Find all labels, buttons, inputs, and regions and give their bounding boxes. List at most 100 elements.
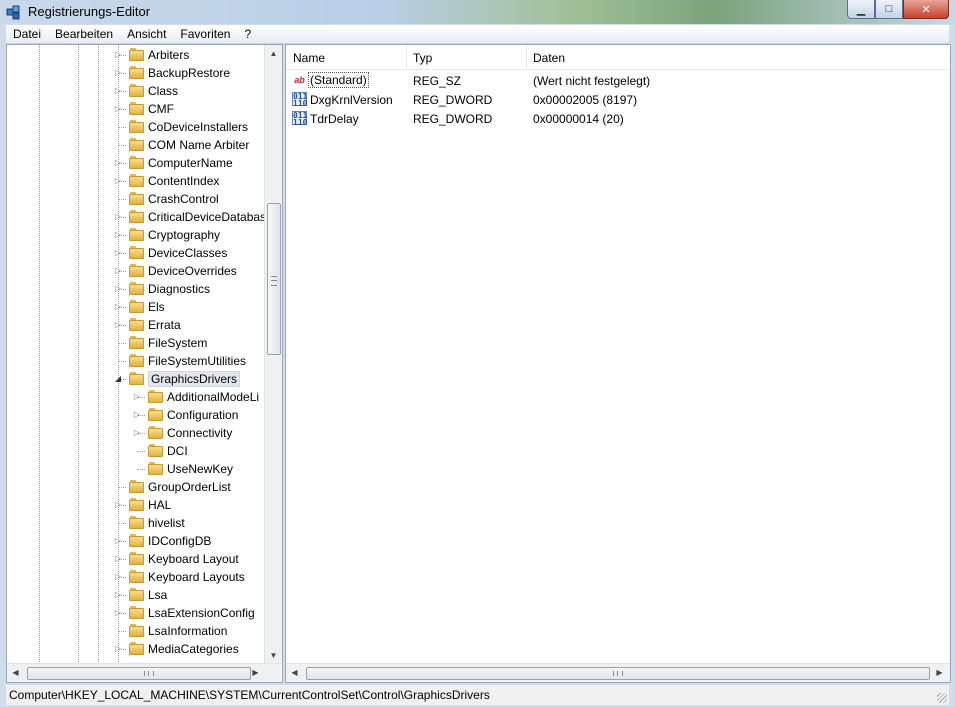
tree-item-label[interactable]: hivelist [148, 516, 185, 530]
menu-datei[interactable]: Datei [6, 27, 48, 41]
close-button[interactable]: ✕ [903, 0, 949, 19]
expand-arrow-icon[interactable]: ▷ [114, 212, 122, 221]
tree-item[interactable]: COM Name Arbiter [7, 136, 264, 154]
scroll-right-arrow[interactable]: ▶ [931, 664, 948, 682]
expand-arrow-icon[interactable]: ▷ [114, 284, 122, 293]
tree-item-label[interactable]: CrashControl [148, 192, 219, 206]
column-data[interactable]: Daten [533, 51, 565, 65]
tree-item[interactable]: hivelist [7, 514, 264, 532]
tree-item-label[interactable]: Els [148, 300, 165, 314]
tree-item[interactable]: ▷ IDConfigDB [7, 532, 264, 550]
tree-item[interactable]: CoDeviceInstallers [7, 118, 264, 136]
tree-item-label[interactable]: FileSystemUtilities [148, 354, 246, 368]
tree-item-label[interactable]: Errata [148, 318, 181, 332]
menu-ansicht[interactable]: Ansicht [120, 27, 173, 41]
key-tree-pane[interactable]: ▷ Arbiters ▷ BackupRestore ▷ Class ▷ CMF CoDevic… [6, 44, 283, 683]
values-hscroll-thumb[interactable] [306, 667, 930, 680]
column-name[interactable]: Name [293, 51, 325, 65]
tree-item-label[interactable]: Configuration [167, 408, 238, 422]
tree-item-label[interactable]: GraphicsDrivers [148, 371, 241, 387]
scroll-down-arrow[interactable]: ▼ [265, 647, 282, 664]
tree-item[interactable]: ▷ CriticalDeviceDatabas [7, 208, 266, 226]
expand-arrow-icon[interactable]: ▷ [114, 266, 122, 275]
tree-item-label[interactable]: ComputerName [148, 156, 233, 170]
expand-arrow-icon[interactable]: ▷ [114, 608, 122, 617]
tree-item-label[interactable]: Lsa [148, 588, 167, 602]
tree-item[interactable]: ▷ BackupRestore [7, 64, 264, 82]
tree-item[interactable]: ▷ Class [7, 82, 264, 100]
expand-arrow-icon[interactable]: ▷ [114, 554, 122, 563]
resize-grip-icon[interactable] [937, 693, 947, 703]
tree-item[interactable]: ▷ HAL [7, 496, 264, 514]
tree-item[interactable]: FileSystem [7, 334, 264, 352]
value-name[interactable]: DxgKrnlVersion [310, 93, 393, 107]
scroll-right-arrow[interactable]: ▶ [247, 664, 264, 682]
expand-arrow-icon[interactable]: ▷ [114, 248, 122, 257]
tree-hscroll-thumb[interactable] [27, 667, 251, 680]
tree-item[interactable]: ▷ ComputerName [7, 154, 264, 172]
expand-arrow-icon[interactable]: ▷ [114, 536, 122, 545]
tree-item[interactable]: ▷ AdditionalModeLi [7, 388, 264, 406]
expand-arrow-icon[interactable]: ▷ [114, 104, 122, 113]
tree-item-label[interactable]: CoDeviceInstallers [148, 120, 248, 134]
expand-arrow-icon[interactable]: ▷ [114, 302, 122, 311]
tree-item-label[interactable]: MediaCategories [148, 642, 239, 656]
expand-arrow-icon[interactable]: ▷ [114, 86, 122, 95]
value-row[interactable]: ab (Standard) REG_SZ (Wert nicht festgel… [286, 71, 950, 90]
menu-bearbeiten[interactable]: Bearbeiten [48, 27, 120, 41]
tree-item[interactable]: ▷ Cryptography [7, 226, 264, 244]
tree-item-label[interactable]: Cryptography [148, 228, 220, 242]
tree-item[interactable]: ▷ Keyboard Layout [7, 550, 264, 568]
expand-arrow-icon[interactable]: ▷ [133, 428, 141, 437]
tree-item[interactable]: ▷ Lsa [7, 586, 264, 604]
expand-arrow-icon[interactable]: ▷ [114, 176, 122, 185]
tree-item[interactable]: CrashControl [7, 190, 264, 208]
tree-item-label[interactable]: HAL [148, 498, 171, 512]
tree-item[interactable]: FileSystemUtilities [7, 352, 264, 370]
tree-item[interactable]: ▷ DeviceClasses [7, 244, 264, 262]
tree-item-label[interactable]: Keyboard Layouts [148, 570, 245, 584]
collapse-arrow-icon[interactable]: ◢ [114, 374, 122, 383]
scroll-left-arrow[interactable]: ◀ [7, 664, 24, 682]
tree-item-label[interactable]: IDConfigDB [148, 534, 211, 548]
tree-item-label[interactable]: DCI [167, 444, 188, 458]
scroll-up-arrow[interactable]: ▲ [265, 45, 282, 62]
tree-item-label[interactable]: Class [148, 84, 178, 98]
tree-item-label[interactable]: CriticalDeviceDatabas [148, 210, 266, 224]
tree-item-label[interactable]: GroupOrderList [148, 480, 231, 494]
tree-horizontal-scrollbar[interactable]: ◀ ▶ [7, 663, 281, 682]
tree-item-label[interactable]: BackupRestore [148, 66, 230, 80]
tree-item[interactable]: ▷ Diagnostics [7, 280, 264, 298]
tree-item[interactable]: ▷ ContentIndex [7, 172, 264, 190]
tree-item[interactable]: UseNewKey [7, 460, 264, 478]
tree-item[interactable]: DCI [7, 442, 264, 460]
expand-arrow-icon[interactable]: ▷ [114, 230, 122, 239]
column-divider[interactable] [526, 45, 527, 69]
expand-arrow-icon[interactable]: ▷ [114, 68, 122, 77]
tree-item[interactable]: ◢ GraphicsDrivers [7, 370, 264, 388]
tree-item-label[interactable]: CMF [148, 102, 174, 116]
tree-item-label[interactable]: Diagnostics [148, 282, 210, 296]
column-divider[interactable] [406, 45, 407, 69]
tree-item[interactable]: GroupOrderList [7, 478, 264, 496]
column-type[interactable]: Typ [413, 51, 432, 65]
minimize-button[interactable]: ▁ [847, 0, 875, 19]
tree-item-label[interactable]: LsaInformation [148, 624, 227, 638]
expand-arrow-icon[interactable]: ▷ [114, 590, 122, 599]
tree-item-label[interactable]: Arbiters [148, 48, 189, 62]
expand-arrow-icon[interactable]: ▷ [114, 644, 122, 653]
value-row[interactable]: 011 110 TdrDelay REG_DWORD 0x00000014 (2… [286, 109, 950, 128]
tree-item-label[interactable]: DeviceOverrides [148, 264, 237, 278]
expand-arrow-icon[interactable]: ▷ [114, 572, 122, 581]
tree-item[interactable]: ▷ CMF [7, 100, 264, 118]
tree-item-label[interactable]: LsaExtensionConfig [148, 606, 255, 620]
tree-item[interactable]: LsaInformation [7, 622, 264, 640]
expand-arrow-icon[interactable]: ▷ [114, 320, 122, 329]
tree-item-label[interactable]: UseNewKey [167, 462, 233, 476]
tree-item-label[interactable]: Connectivity [167, 426, 232, 440]
expand-arrow-icon[interactable]: ▷ [114, 50, 122, 59]
tree-item[interactable]: ▷ DeviceOverrides [7, 262, 264, 280]
values-list-pane[interactable]: Name Typ Daten ab (Standard) REG_SZ (Wer… [285, 44, 951, 683]
tree-item-label[interactable]: COM Name Arbiter [148, 138, 249, 152]
expand-arrow-icon[interactable]: ▷ [114, 500, 122, 509]
